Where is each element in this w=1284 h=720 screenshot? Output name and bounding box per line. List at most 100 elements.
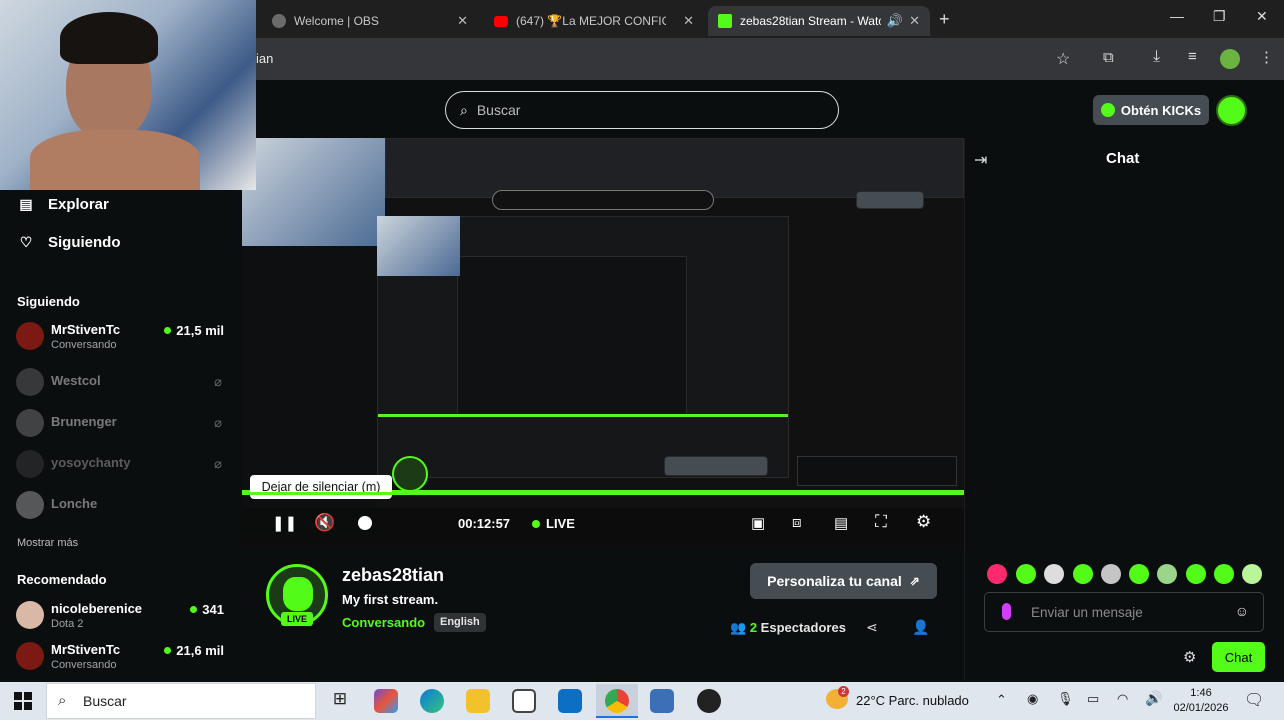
edge-icon[interactable] xyxy=(420,689,444,713)
person-hair xyxy=(60,12,158,64)
muted-speaker-icon[interactable]: 🔇 xyxy=(314,513,335,533)
channel-item-lonche[interactable]: Lonche xyxy=(16,489,228,523)
avatar xyxy=(16,368,44,396)
weather-text[interactable]: 22°C Parc. nublado xyxy=(856,693,969,708)
channel-name[interactable]: zebas28tian xyxy=(342,565,444,586)
progress-bar[interactable] xyxy=(242,492,964,495)
clock[interactable]: 1:46 02/01/2026 xyxy=(1170,686,1232,716)
customize-label: Personaliza tu canal xyxy=(767,573,902,589)
emote-icon[interactable] xyxy=(1016,564,1036,584)
star-icon[interactable]: ☆ xyxy=(1056,49,1070,69)
chrome-icon[interactable] xyxy=(605,689,629,713)
follow-user-icon[interactable]: 👤 xyxy=(912,619,929,636)
badge-icon xyxy=(1002,603,1011,620)
emoji-icon[interactable]: ☺ xyxy=(1235,603,1249,619)
emote-icon[interactable] xyxy=(1044,564,1064,584)
clip-icon[interactable]: ▤ xyxy=(834,514,848,532)
speaker-icon[interactable]: 🔊 xyxy=(887,13,903,29)
app-window-icon[interactable] xyxy=(650,689,674,713)
pause-icon[interactable]: ❚❚ xyxy=(272,514,297,532)
close-icon[interactable]: ✕ xyxy=(909,13,920,29)
channel-name: Westcol xyxy=(51,373,101,388)
channel-item-mrstiventc-rec[interactable]: MrStivenTc Conversando 21,6 mil xyxy=(16,640,228,674)
obs-icon[interactable] xyxy=(697,689,721,713)
search-input[interactable]: ⌕ Buscar xyxy=(445,91,839,129)
tab-youtube[interactable]: (647) 🏆La MEJOR CONFIGURA ✕ xyxy=(484,6,704,36)
channel-item-nicoleberenice[interactable]: nicoleberenice Dota 2 341 xyxy=(16,599,228,633)
nested-progress xyxy=(378,414,788,417)
nested-kicks-button xyxy=(856,191,924,209)
media-icon[interactable]: ≡ xyxy=(1188,48,1197,65)
close-window-icon[interactable]: ✕ xyxy=(1256,8,1268,25)
live-indicator: LIVE xyxy=(532,516,575,531)
share-icon[interactable]: ⋖ xyxy=(866,619,878,636)
profile-avatar[interactable] xyxy=(1220,49,1240,69)
channel-item-mrstiventc[interactable]: MrStivenTc Conversando 21,5 mil xyxy=(16,320,228,354)
url-text: ian xyxy=(256,51,274,66)
emote-icon[interactable] xyxy=(1186,564,1206,584)
channel-item-brunenger[interactable]: Brunenger ⌀ xyxy=(16,407,228,441)
volume-icon[interactable]: 🔊 xyxy=(1145,690,1162,707)
camera-icon: ◉ xyxy=(1027,691,1039,706)
customize-channel-button[interactable]: Personaliza tu canal ⇗ xyxy=(750,563,937,599)
minimize-icon[interactable]: — xyxy=(1170,8,1184,24)
kick-logo-icon xyxy=(718,14,732,28)
nav-label: Siguiendo xyxy=(48,234,121,251)
outlook-icon[interactable] xyxy=(558,689,582,713)
channel-category: Conversando xyxy=(51,659,117,671)
file-explorer-icon[interactable] xyxy=(466,689,490,713)
channel-item-westcol[interactable]: Westcol ⌀ xyxy=(16,366,228,400)
emote-icon[interactable] xyxy=(987,564,1007,584)
close-icon[interactable]: ✕ xyxy=(683,13,694,29)
download-icon[interactable]: ⤓ xyxy=(1153,48,1160,66)
wifi-icon: ◠ xyxy=(1117,691,1129,706)
emote-icon[interactable] xyxy=(1073,564,1093,584)
close-icon[interactable]: ✕ xyxy=(457,13,468,29)
theater-mode-icon[interactable]: ▣ xyxy=(751,514,765,532)
language-badge[interactable]: English xyxy=(434,613,486,632)
new-tab-button[interactable]: + xyxy=(939,9,950,30)
channel-name: yosoychanty xyxy=(51,455,131,470)
chat-message-input[interactable]: Enviar un mensaje ☺ xyxy=(984,592,1264,632)
task-view-icon[interactable]: ⊞ xyxy=(328,689,352,713)
windows-start-icon[interactable] xyxy=(14,692,32,710)
avatar xyxy=(16,601,44,629)
chevron-up-icon[interactable]: ⌃ xyxy=(996,692,1007,708)
offline-icon: ⌀ xyxy=(214,374,222,389)
pip-icon[interactable]: ⧈ xyxy=(792,514,802,531)
notifications-icon[interactable]: 🗨 xyxy=(1244,690,1264,710)
extensions-icon[interactable]: ⧉ xyxy=(1103,49,1114,66)
settings-gear-icon[interactable]: ⚙ xyxy=(916,512,931,532)
user-avatar[interactable] xyxy=(1216,95,1247,126)
show-more-link[interactable]: Mostrar más xyxy=(17,537,78,549)
stream-time: 00:12:57 xyxy=(458,516,511,531)
store-icon[interactable] xyxy=(512,689,536,713)
nav-label: Explorar xyxy=(48,196,109,213)
offline-icon: ⌀ xyxy=(214,415,222,430)
avatar xyxy=(16,409,44,437)
emote-icon[interactable] xyxy=(1101,564,1121,584)
stream-category[interactable]: Conversando xyxy=(342,615,425,630)
get-kicks-button[interactable]: Obtén KICKs xyxy=(1093,95,1209,125)
restore-icon[interactable]: ❐ xyxy=(1213,8,1226,25)
collapse-chat-icon[interactable]: ⇥ xyxy=(974,150,987,170)
emote-icon[interactable] xyxy=(1242,564,1262,584)
tab-obs[interactable]: Welcome | OBS ✕ xyxy=(262,6,478,36)
menu-icon[interactable]: ⋮ xyxy=(1259,48,1274,66)
emote-icon[interactable] xyxy=(1214,564,1234,584)
emote-icon[interactable] xyxy=(1129,564,1149,584)
volume-slider[interactable] xyxy=(358,516,372,530)
compass-icon: ▤ xyxy=(19,196,33,212)
nav-siguiendo[interactable]: ♡ Siguiendo xyxy=(18,234,121,251)
copilot-icon[interactable] xyxy=(374,689,398,713)
nav-explorar[interactable]: ▤ Explorar xyxy=(18,196,109,213)
fullscreen-icon[interactable]: ⛶ xyxy=(875,512,887,532)
chat-settings-icon[interactable]: ⚙ xyxy=(1183,648,1196,666)
chat-send-button[interactable]: Chat xyxy=(1212,642,1265,672)
channel-name: nicoleberenice xyxy=(51,601,143,616)
emote-icon[interactable] xyxy=(1157,564,1177,584)
taskbar-search[interactable]: ⌕ Buscar xyxy=(46,683,316,719)
tab-kick[interactable]: zebas28tian Stream - Watch 🔊 ✕ xyxy=(708,6,930,36)
channel-item-yosoychanty[interactable]: yosoychanty ⌀ xyxy=(16,448,228,482)
viewer-count: 👥 2 Espectadores xyxy=(730,620,846,635)
